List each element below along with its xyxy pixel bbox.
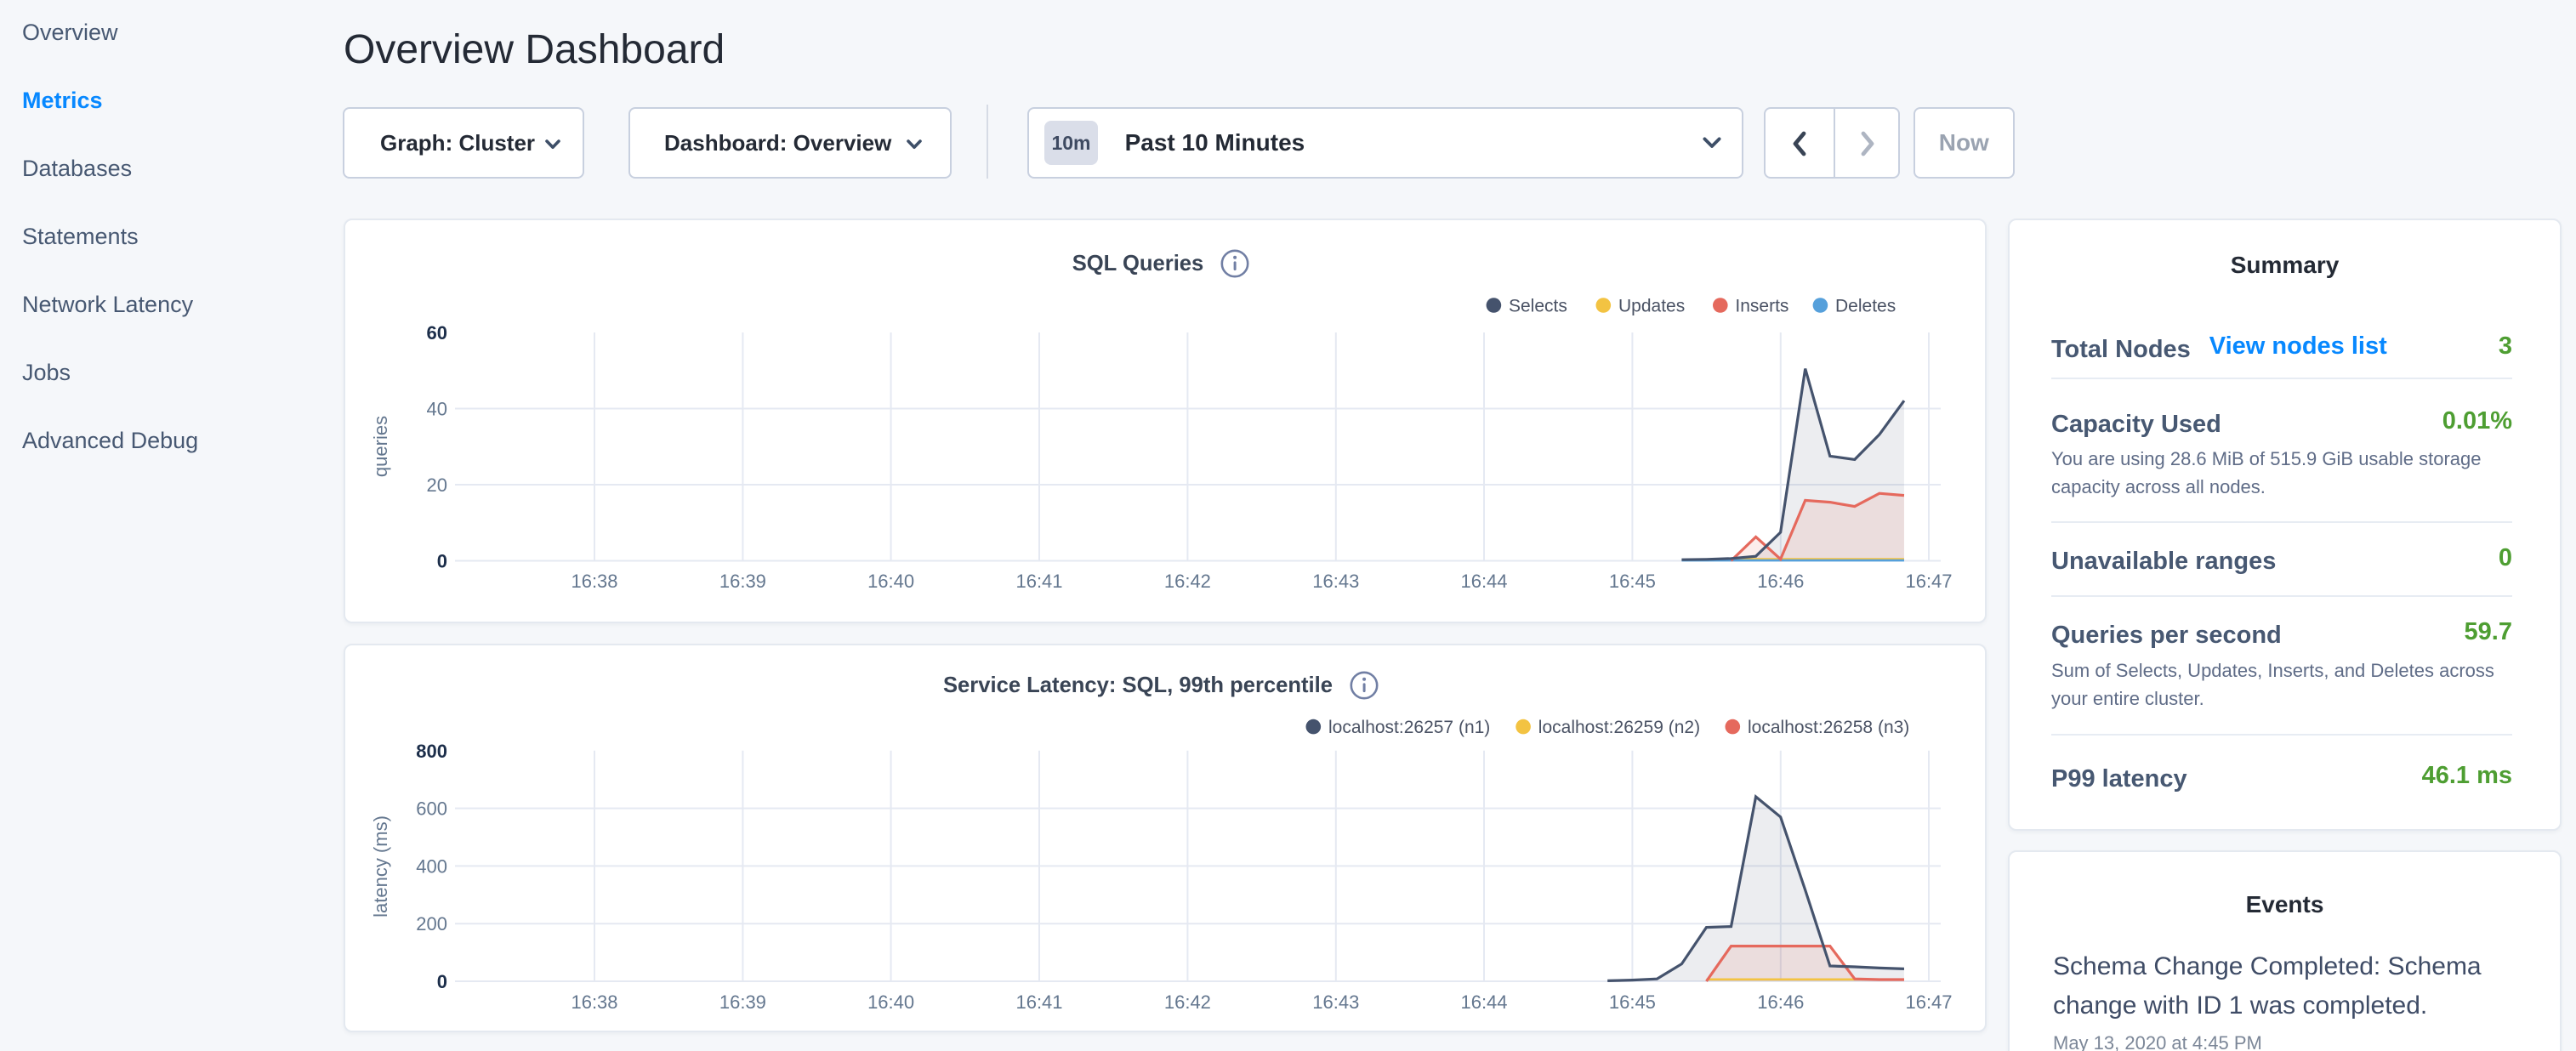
svg-text:16:42: 16:42 bbox=[1164, 991, 1211, 1013]
svg-text:0: 0 bbox=[437, 551, 447, 572]
svg-text:localhost:26258 (n3): localhost:26258 (n3) bbox=[1748, 718, 1909, 737]
svg-text:16:43: 16:43 bbox=[1312, 571, 1359, 592]
svg-text:16:41: 16:41 bbox=[1015, 991, 1062, 1013]
svg-text:Deletes: Deletes bbox=[1835, 297, 1896, 316]
svg-text:16:42: 16:42 bbox=[1164, 571, 1211, 592]
svg-text:16:47: 16:47 bbox=[1905, 991, 1952, 1013]
svg-text:16:43: 16:43 bbox=[1312, 991, 1359, 1013]
svg-text:Inserts: Inserts bbox=[1735, 297, 1788, 316]
svg-text:queries: queries bbox=[370, 416, 391, 477]
svg-text:16:40: 16:40 bbox=[867, 571, 914, 592]
svg-text:800: 800 bbox=[416, 741, 447, 762]
svg-text:Updates: Updates bbox=[1618, 297, 1685, 316]
svg-text:16:38: 16:38 bbox=[571, 991, 617, 1013]
svg-text:16:46: 16:46 bbox=[1757, 991, 1804, 1013]
svg-text:40: 40 bbox=[427, 399, 447, 420]
svg-text:localhost:26257 (n1): localhost:26257 (n1) bbox=[1328, 718, 1490, 737]
svg-text:16:45: 16:45 bbox=[1609, 571, 1656, 592]
svg-text:16:44: 16:44 bbox=[1460, 571, 1507, 592]
svg-text:Selects: Selects bbox=[1509, 297, 1567, 316]
svg-text:latency (ms): latency (ms) bbox=[370, 815, 391, 917]
svg-text:16:39: 16:39 bbox=[719, 571, 766, 592]
svg-text:600: 600 bbox=[416, 798, 447, 820]
svg-text:0: 0 bbox=[437, 971, 447, 992]
svg-text:16:46: 16:46 bbox=[1757, 571, 1804, 592]
svg-text:16:41: 16:41 bbox=[1015, 571, 1062, 592]
svg-text:16:45: 16:45 bbox=[1609, 991, 1656, 1013]
svg-text:16:44: 16:44 bbox=[1460, 991, 1507, 1013]
svg-text:16:40: 16:40 bbox=[867, 991, 914, 1013]
svg-text:200: 200 bbox=[416, 913, 447, 935]
svg-text:16:47: 16:47 bbox=[1905, 571, 1952, 592]
svg-text:60: 60 bbox=[427, 322, 447, 344]
svg-text:16:39: 16:39 bbox=[719, 991, 766, 1013]
svg-text:400: 400 bbox=[416, 855, 447, 877]
svg-text:20: 20 bbox=[427, 474, 447, 496]
svg-text:localhost:26259 (n2): localhost:26259 (n2) bbox=[1538, 718, 1700, 737]
svg-text:16:38: 16:38 bbox=[571, 571, 617, 592]
